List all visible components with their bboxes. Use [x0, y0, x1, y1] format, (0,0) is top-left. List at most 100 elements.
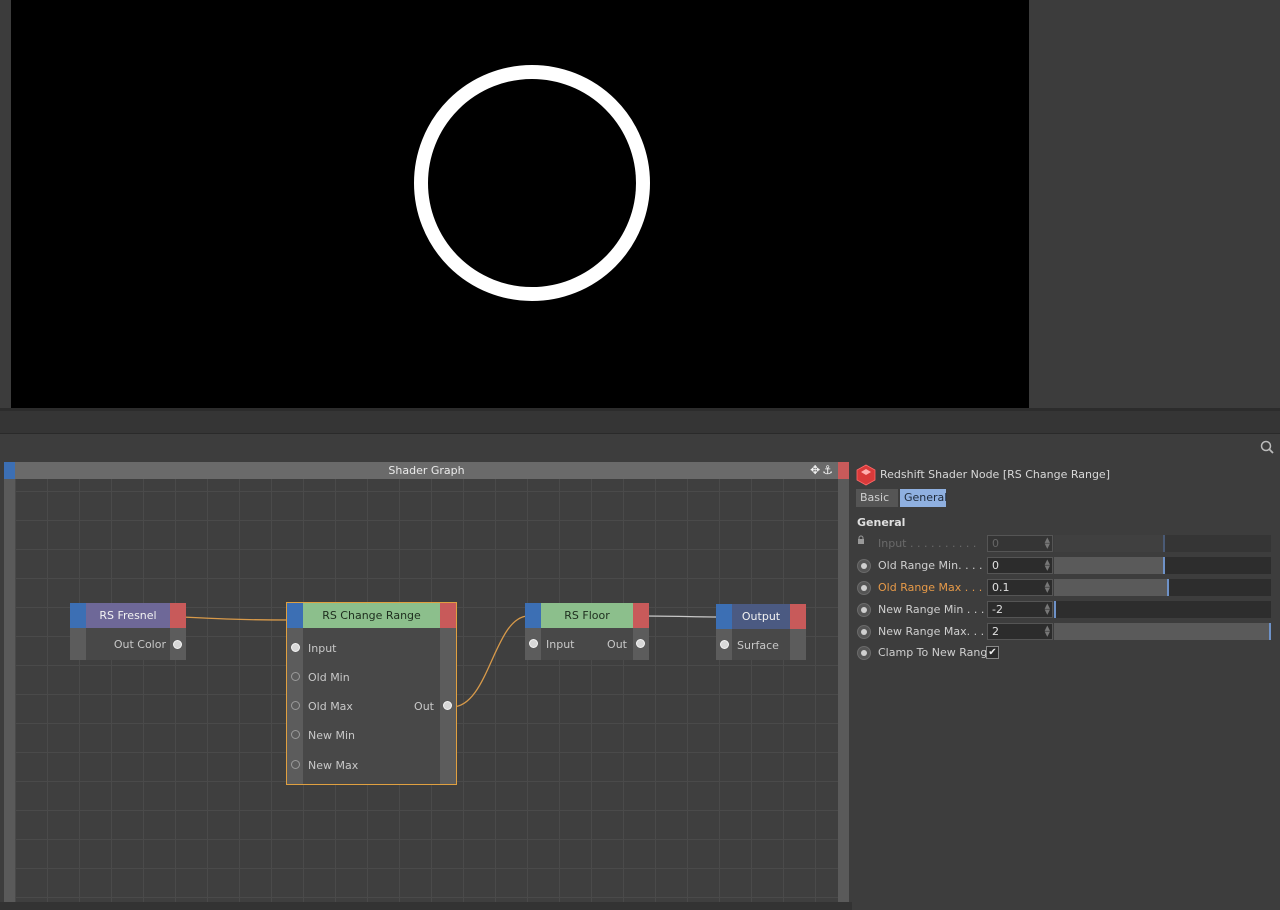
param-label: Old Range Max . . . — [878, 581, 983, 594]
param-label: Clamp To New Range — [878, 646, 995, 659]
node-right-strip — [440, 603, 456, 784]
attribute-manager: Redshift Shader Node [RS Change Range] B… — [852, 462, 1280, 910]
node-editor-area: Shader Graph ✥⚓ RS Fresnel Out Color RS … — [0, 434, 1280, 910]
spinner-icon[interactable]: ▲ ▼ — [1045, 537, 1050, 550]
graph-title: Shader Graph — [388, 464, 465, 477]
output-port[interactable] — [173, 640, 182, 649]
port-label-surface: Surface — [737, 639, 779, 652]
tab-general[interactable]: General — [900, 489, 947, 507]
param-slider[interactable] — [1054, 579, 1271, 596]
param-label: New Range Max. . . — [878, 625, 985, 638]
param-value: 0 — [992, 559, 999, 572]
graph-titlebar: Shader Graph ✥⚓ — [4, 462, 849, 479]
slider-knob[interactable] — [1162, 535, 1165, 552]
param-value: 2 — [992, 625, 999, 638]
param-value: 0.1 — [992, 581, 1010, 594]
output-port[interactable] — [636, 639, 645, 648]
animate-radio-icon[interactable] — [857, 603, 871, 617]
slider-fill — [1054, 535, 1163, 552]
search-icon[interactable] — [1260, 440, 1274, 454]
node-input-cap — [70, 603, 86, 628]
input-port-old-min[interactable] — [291, 672, 300, 681]
slider-knob[interactable] — [1166, 579, 1169, 596]
param-label: Input . . . . . . . . . . — [878, 537, 977, 550]
slider-knob[interactable] — [1162, 557, 1165, 574]
port-label-out: Out — [607, 638, 627, 651]
attribute-title: Redshift Shader Node [RS Change Range] — [880, 468, 1110, 481]
lock-icon — [858, 535, 864, 544]
anchor-icon[interactable]: ⚓ — [822, 463, 835, 477]
node-input-cap — [287, 603, 303, 628]
animate-radio-icon[interactable] — [857, 646, 871, 660]
output-port[interactable] — [443, 701, 452, 710]
animate-radio-icon[interactable] — [857, 581, 871, 595]
redshift-node-icon — [856, 464, 876, 486]
graph-toolbar: ✥⚓ — [810, 463, 835, 477]
param-slider[interactable] — [1054, 557, 1271, 574]
node-title: RS Fresnel — [99, 609, 157, 622]
param-value-field[interactable]: 0 ▲ ▼ — [987, 557, 1053, 574]
clamp-checkbox[interactable]: ✔ — [986, 646, 999, 659]
param-slider[interactable] — [1054, 623, 1271, 640]
render-view[interactable] — [11, 0, 1029, 408]
node-output-cap — [440, 603, 456, 628]
param-value: 0 — [992, 537, 999, 550]
input-port-surface[interactable] — [720, 640, 729, 649]
graph-right-bar — [838, 479, 849, 902]
port-label: Out Color — [113, 638, 166, 651]
node-output[interactable]: Output Surface — [716, 604, 806, 660]
node-rs-fresnel[interactable]: RS Fresnel Out Color — [70, 603, 186, 660]
panel-splitter[interactable] — [0, 408, 1280, 434]
port-label-new-max: New Max — [308, 759, 359, 772]
param-row-input: Input . . . . . . . . . . 0 ▲ ▼ — [852, 534, 1280, 554]
param-label: Old Range Min. . . . — [878, 559, 983, 572]
node-rs-floor[interactable]: RS Floor Input Out — [525, 603, 649, 660]
param-label: New Range Min . . . — [878, 603, 985, 616]
node-input-cap — [716, 604, 732, 629]
graph-bottom-strip — [0, 902, 852, 910]
spinner-icon[interactable]: ▲ ▼ — [1045, 559, 1050, 572]
node-left-strip — [287, 603, 303, 784]
viewport-area — [0, 0, 1280, 408]
port-label-old-max: Old Max — [308, 700, 353, 713]
port-label-old-min: Old Min — [308, 671, 350, 684]
slider-knob[interactable] — [1054, 601, 1056, 618]
node-title: RS Change Range — [322, 609, 421, 622]
param-slider[interactable] — [1054, 535, 1271, 552]
shader-graph-panel: Shader Graph ✥⚓ RS Fresnel Out Color RS … — [4, 462, 849, 902]
param-value-field[interactable]: 0.1 ▲ ▼ — [987, 579, 1053, 596]
animate-radio-icon[interactable] — [857, 559, 871, 573]
param-value-field[interactable]: 2 ▲ ▼ — [987, 623, 1053, 640]
node-output-cap — [790, 604, 806, 629]
param-row-new-range-min: New Range Min . . . -2 ▲ ▼ — [852, 600, 1280, 620]
input-port-old-max[interactable] — [291, 701, 300, 710]
param-value-field[interactable]: 0 ▲ ▼ — [987, 535, 1053, 552]
section-title: General — [857, 516, 906, 529]
slider-fill — [1054, 579, 1167, 596]
node-rs-change-range[interactable]: RS Change Range Input Old Min Old Max Ne… — [286, 602, 457, 785]
port-label-input: Input — [546, 638, 575, 651]
param-row-clamp-to-new-range: Clamp To New Range ✔ — [852, 643, 1280, 663]
graph-output-strip — [838, 462, 849, 479]
param-row-old-range-max: Old Range Max . . . 0.1 ▲ ▼ — [852, 578, 1280, 598]
slider-knob[interactable] — [1268, 623, 1271, 640]
move-icon[interactable]: ✥ — [810, 463, 822, 477]
node-output-cap — [170, 603, 186, 628]
node-output-cap — [633, 603, 649, 628]
port-label-new-min: New Min — [308, 729, 356, 742]
input-port[interactable] — [529, 639, 538, 648]
rendered-ring — [414, 65, 650, 301]
node-input-cap — [525, 603, 541, 628]
input-port-new-max[interactable] — [291, 760, 300, 769]
port-label-input: Input — [308, 642, 337, 655]
input-port-new-min[interactable] — [291, 730, 300, 739]
spinner-icon[interactable]: ▲ ▼ — [1045, 581, 1050, 594]
param-slider[interactable] — [1054, 601, 1271, 618]
spinner-icon[interactable]: ▲ ▼ — [1045, 603, 1050, 616]
param-value-field[interactable]: -2 ▲ ▼ — [987, 601, 1053, 618]
param-value: -2 — [992, 603, 1003, 616]
animate-radio-icon[interactable] — [857, 625, 871, 639]
spinner-icon[interactable]: ▲ ▼ — [1045, 625, 1050, 638]
input-port-input[interactable] — [291, 643, 300, 652]
tab-basic[interactable]: Basic — [856, 489, 898, 507]
